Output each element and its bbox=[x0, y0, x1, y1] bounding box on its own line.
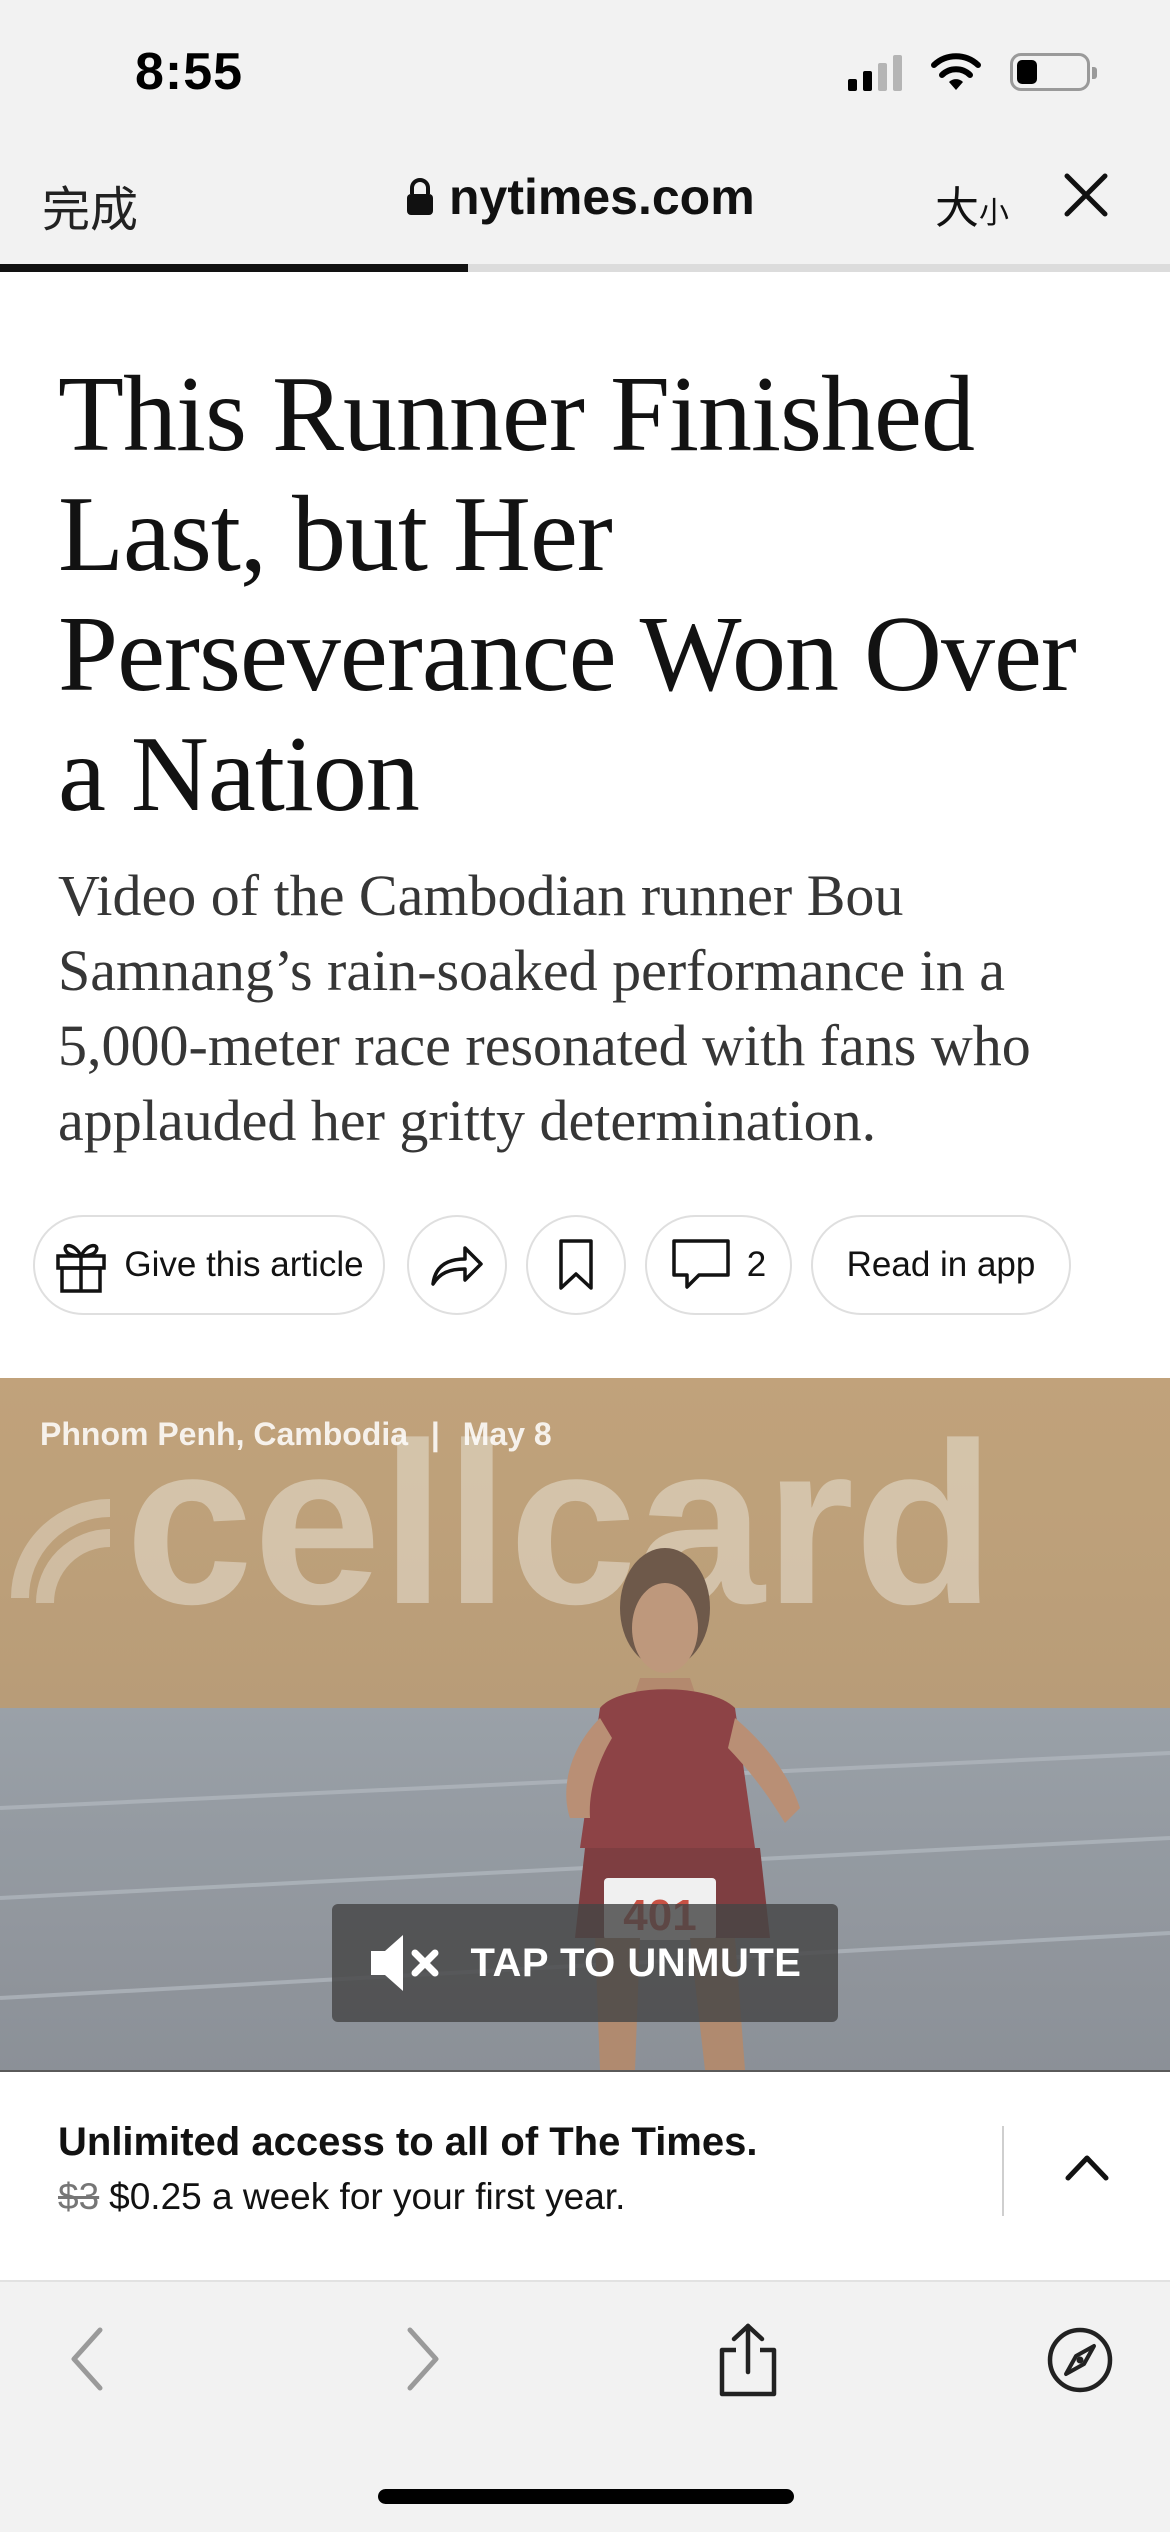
promo-new-price: $0.25 a week for your first year. bbox=[109, 2176, 626, 2217]
status-time: 8:55 bbox=[135, 43, 244, 101]
video-caption-separator: | bbox=[430, 1416, 440, 1452]
done-button[interactable]: 完成 bbox=[42, 170, 138, 240]
read-in-app-label: Read in app bbox=[846, 1245, 1036, 1284]
article-headline: This Runner Finished Last, but Her Perse… bbox=[58, 355, 1077, 834]
share-sheet-icon[interactable] bbox=[716, 2322, 780, 2398]
promo-divider bbox=[1002, 2126, 1004, 2216]
text-size-small-label: 小 bbox=[979, 196, 1009, 231]
article-summary: Video of the Cambodian runner Bou Samnan… bbox=[58, 863, 1031, 1153]
promo-title: Unlimited access to all of The Times. bbox=[58, 2120, 758, 2164]
lock-icon bbox=[407, 178, 433, 215]
comments-button[interactable]: 2 bbox=[645, 1215, 792, 1315]
wifi-icon bbox=[931, 53, 981, 90]
give-article-label: Give this article bbox=[124, 1245, 364, 1284]
url-display[interactable]: nytimes.com bbox=[405, 168, 755, 226]
share-button[interactable] bbox=[407, 1215, 507, 1315]
chevron-up-icon[interactable] bbox=[1064, 2152, 1110, 2182]
browser-toolbar: 完成 nytimes.com 大小 bbox=[0, 150, 1170, 272]
video-caption: Phnom Penh, Cambodia | May 8 bbox=[40, 1416, 552, 1453]
save-button[interactable] bbox=[526, 1215, 626, 1315]
url-text: nytimes.com bbox=[449, 169, 755, 225]
gift-icon bbox=[56, 1243, 107, 1293]
unmute-label: TAP TO UNMUTE bbox=[470, 1940, 802, 1985]
bookmark-icon bbox=[559, 1239, 593, 1290]
comment-icon bbox=[672, 1239, 730, 1289]
muted-speaker-icon bbox=[370, 1935, 439, 1991]
page-load-progress-fill bbox=[0, 264, 468, 272]
status-bar: 8:55 bbox=[0, 0, 1170, 150]
compass-icon[interactable] bbox=[1046, 2326, 1114, 2394]
page-load-progress bbox=[0, 264, 1170, 272]
promo-old-price: $3 bbox=[58, 2176, 100, 2217]
close-icon[interactable] bbox=[1063, 172, 1109, 218]
promo-price: $3 $0.25 a week for your first year. bbox=[58, 2176, 625, 2218]
article-video[interactable]: cellcard 401 Phnom Penh, Cambodia | May … bbox=[0, 1378, 1170, 2070]
home-indicator bbox=[378, 2489, 794, 2504]
video-location: Phnom Penh, Cambodia bbox=[40, 1416, 409, 1452]
give-article-button[interactable]: Give this article bbox=[33, 1215, 385, 1315]
subscription-banner[interactable]: Unlimited access to all of The Times. $3… bbox=[0, 2070, 1170, 2282]
battery-icon bbox=[1010, 53, 1097, 91]
status-icons bbox=[848, 52, 1097, 92]
share-icon bbox=[431, 1246, 483, 1286]
back-arrow-icon[interactable] bbox=[66, 2324, 106, 2394]
tap-to-unmute-button[interactable]: TAP TO UNMUTE bbox=[332, 1904, 838, 2022]
cellular-signal-icon bbox=[848, 53, 902, 91]
video-date: May 8 bbox=[462, 1416, 552, 1452]
text-size-button[interactable]: 大小 bbox=[935, 172, 1009, 236]
forward-arrow-icon[interactable] bbox=[404, 2324, 444, 2394]
text-size-big-label: 大 bbox=[935, 183, 979, 234]
read-in-app-button[interactable]: Read in app bbox=[811, 1215, 1071, 1315]
comments-count: 2 bbox=[746, 1245, 767, 1284]
